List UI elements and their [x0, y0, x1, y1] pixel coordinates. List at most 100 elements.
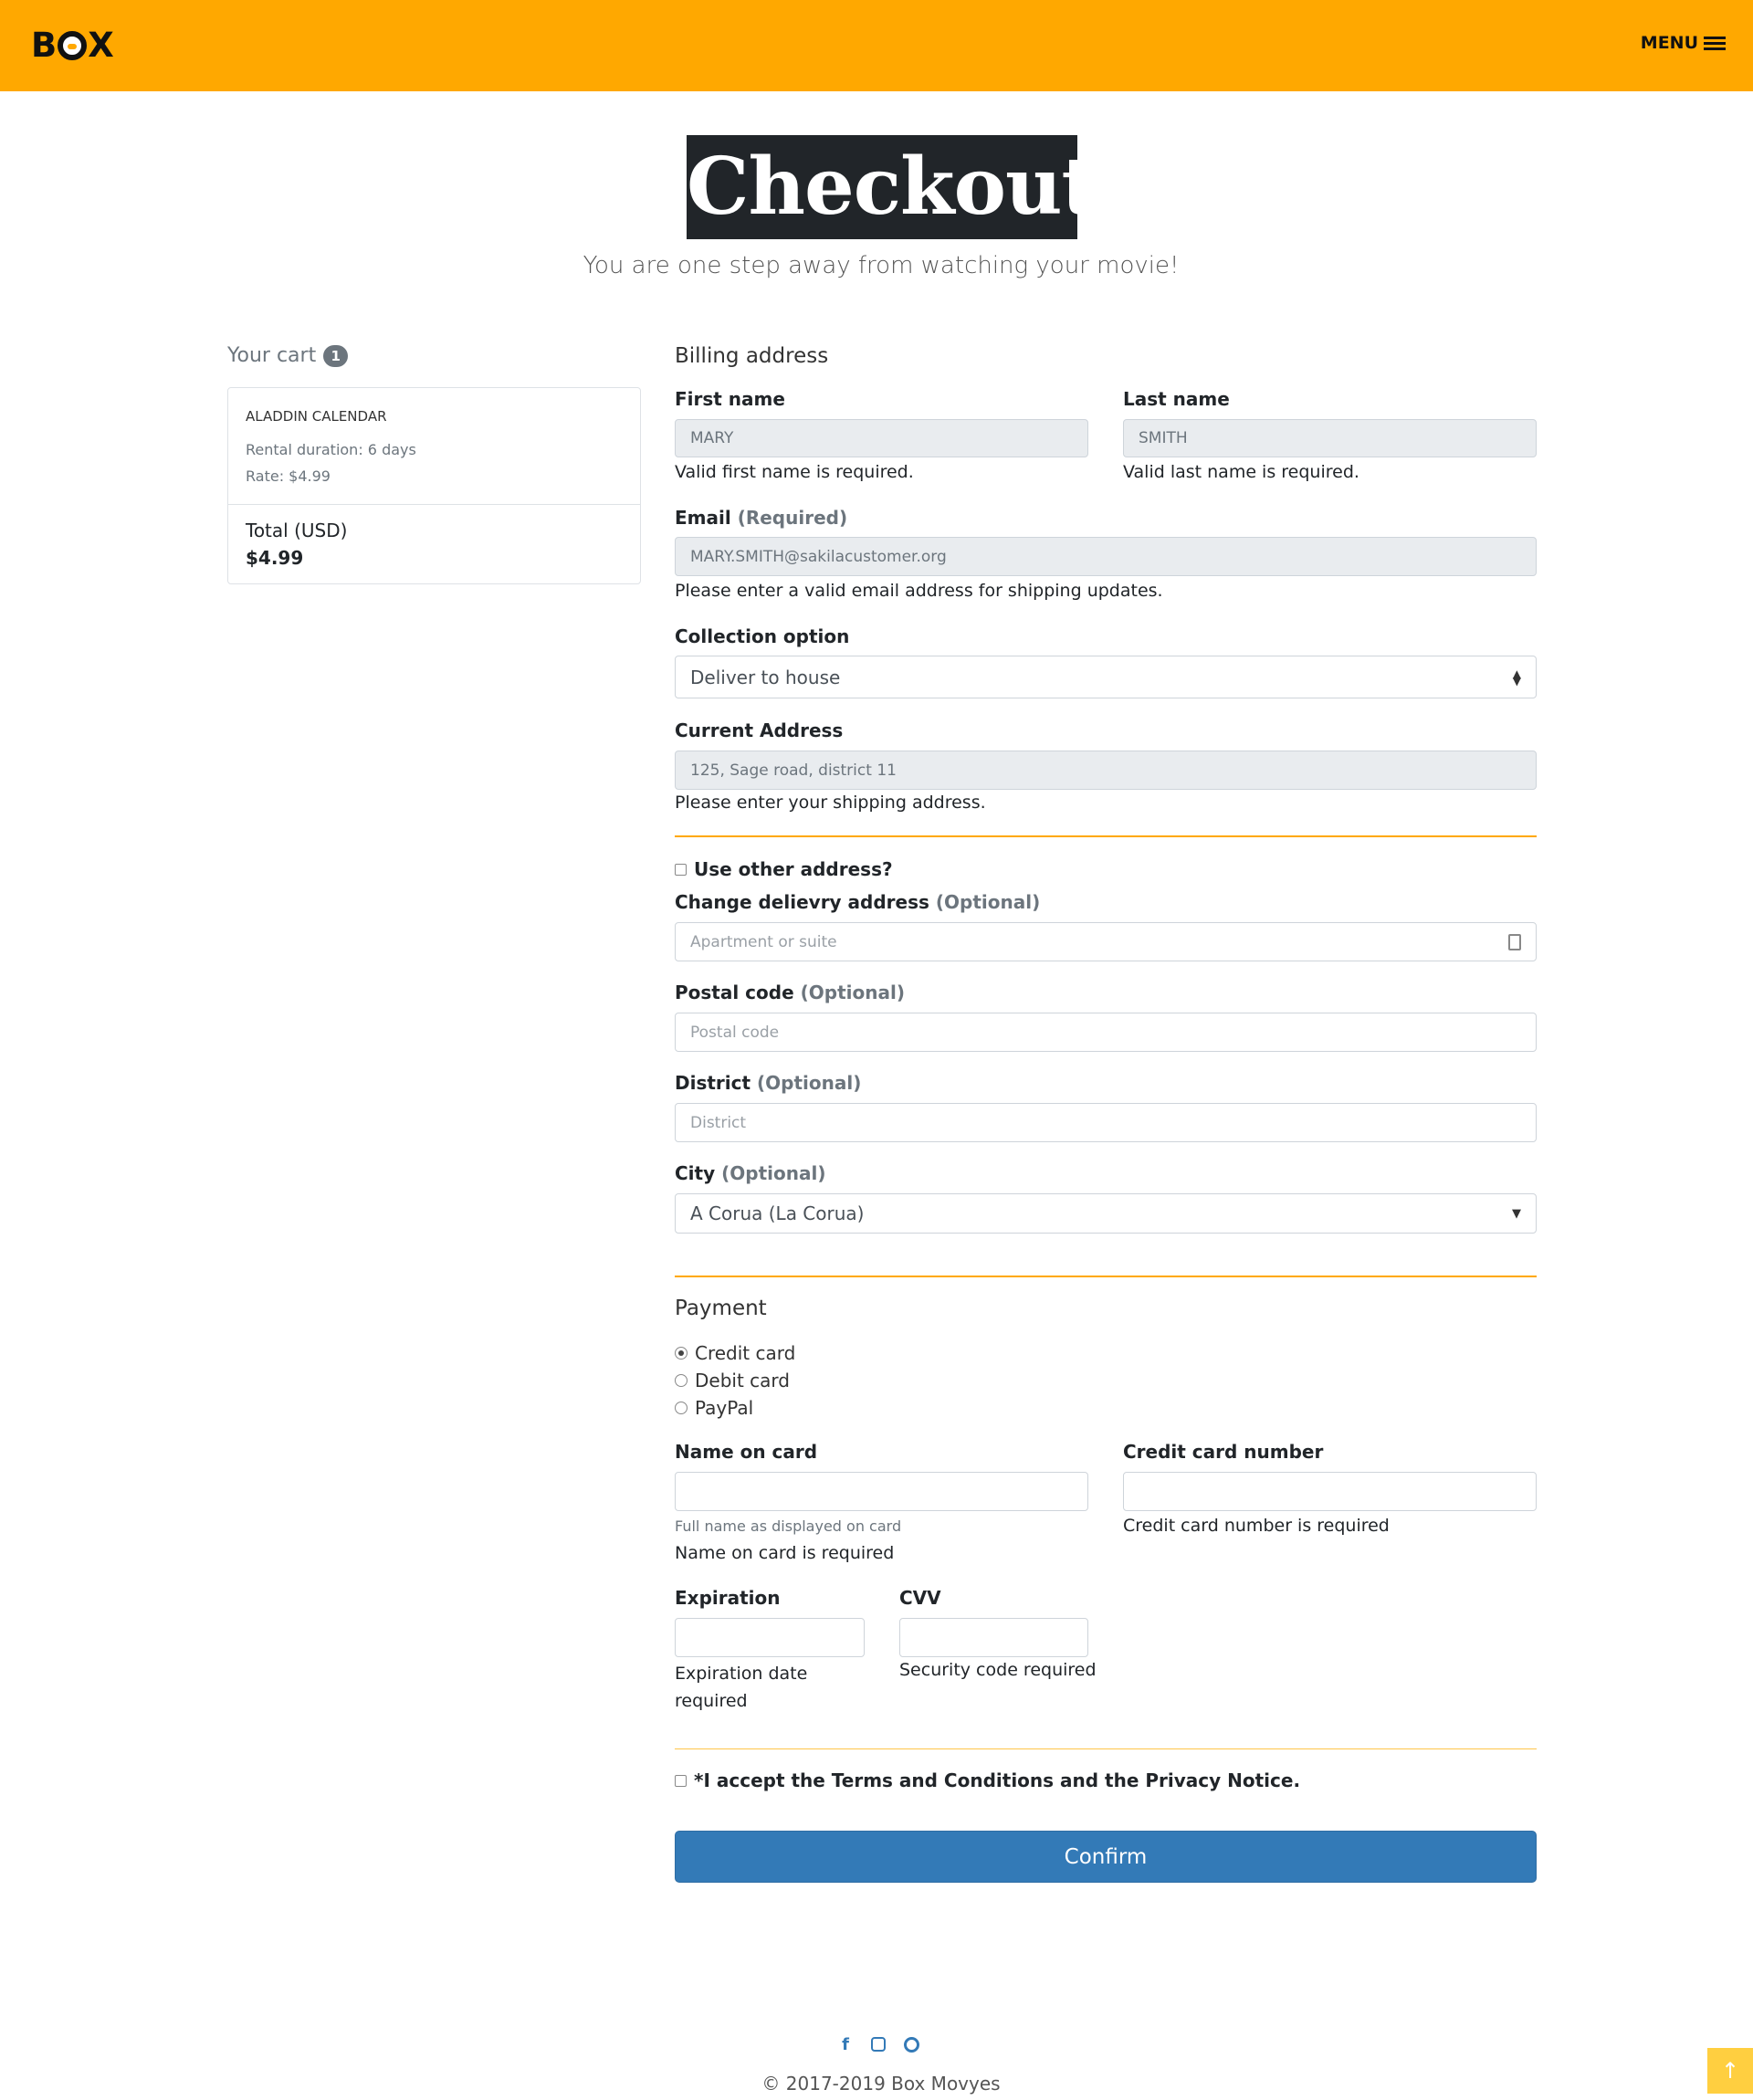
use-other-address-checkbox[interactable]	[675, 863, 687, 876]
page-title: Checkout	[687, 135, 1097, 239]
payment-option-label: Debit card	[695, 1370, 790, 1391]
terms-row[interactable]: *I accept the Terms and Conditions and t…	[675, 1769, 1300, 1791]
card-number-input[interactable]	[1123, 1472, 1537, 1511]
change-address-placeholder: Apartment or suite	[690, 932, 837, 951]
terms-checkbox[interactable]	[675, 1774, 687, 1787]
last-name-label: Last name	[1123, 388, 1230, 410]
district-placeholder: District	[690, 1113, 747, 1132]
cart-total: Total (USD) $4.99	[228, 505, 640, 583]
email-label-text: Email	[675, 507, 731, 529]
cart-summary: ALADDIN CALENDAR Rental duration: 6 days…	[227, 387, 641, 584]
confirm-button[interactable]: Confirm	[675, 1831, 1537, 1883]
expiration-label: Expiration	[675, 1587, 781, 1609]
current-address-input[interactable]: 125, Sage road, district 11	[675, 751, 1537, 790]
email-help: Please enter a valid email address for s…	[675, 581, 1163, 601]
last-name-value: SMITH	[1139, 429, 1188, 447]
cart-total-label: Total (USD)	[246, 520, 348, 541]
top-navbar: BX MENU	[0, 0, 1753, 91]
district-input[interactable]: District	[675, 1103, 1537, 1142]
collection-label: Collection option	[675, 625, 850, 647]
divider	[675, 835, 1537, 837]
divider	[675, 1748, 1537, 1749]
cart-title: Your cart	[227, 344, 317, 367]
first-name-value: MARY	[690, 429, 734, 447]
payment-methods: Credit card Debit card PayPal	[675, 1339, 795, 1422]
payment-option-debit[interactable]: Debit card	[675, 1367, 795, 1394]
cart-heading: Your cart 1	[227, 344, 349, 367]
cart-item: ALADDIN CALENDAR Rental duration: 6 days…	[228, 388, 640, 505]
radio-debit[interactable]	[675, 1374, 688, 1387]
divider	[675, 1276, 1537, 1277]
city-select[interactable]: A Corua (La Corua) ▼	[675, 1193, 1537, 1234]
name-on-card-help: Name on card is required	[675, 1543, 895, 1563]
github-icon[interactable]	[901, 2034, 921, 2054]
card-number-help: Credit card number is required	[1123, 1516, 1390, 1536]
city-value: A Corua (La Corua)	[690, 1202, 865, 1224]
last-name-help: Valid last name is required.	[1123, 462, 1359, 482]
box-logo[interactable]: BX	[31, 27, 114, 64]
payment-option-label: PayPal	[695, 1397, 754, 1419]
radio-paypal[interactable]	[675, 1402, 688, 1414]
cvv-label: CVV	[899, 1587, 941, 1609]
menu-label: MENU	[1640, 33, 1698, 53]
district-label: District (Optional)	[675, 1072, 861, 1094]
name-on-card-hint: Full name as displayed on card	[675, 1517, 902, 1535]
social-links: f	[835, 2034, 921, 2054]
cart-item-rate: Rate: $4.99	[246, 467, 331, 485]
city-label: City (Optional)	[675, 1162, 825, 1184]
name-on-card-label: Name on card	[675, 1441, 818, 1463]
postal-placeholder: Postal code	[690, 1023, 780, 1042]
current-address-label: Current Address	[675, 719, 844, 741]
email-value: MARY.SMITH@sakilacustomer.org	[690, 547, 947, 566]
menu-button[interactable]: MENU	[1641, 33, 1726, 53]
cart-item-name: ALADDIN CALENDAR	[246, 408, 387, 425]
payment-option-credit[interactable]: Credit card	[675, 1339, 795, 1367]
logo-o-icon	[58, 31, 88, 60]
page-subtitle: You are one step away from watching your…	[583, 252, 1180, 279]
cvv-help: Security code required	[899, 1660, 1097, 1680]
change-address-input[interactable]: Apartment or suite	[675, 922, 1537, 961]
change-address-qualifier: (Optional)	[935, 891, 1041, 913]
expiration-input[interactable]	[675, 1618, 865, 1657]
city-qualifier: (Optional)	[721, 1162, 826, 1184]
caret-down-icon: ▼	[1512, 1206, 1521, 1221]
district-label-text: District	[675, 1072, 751, 1094]
postal-input[interactable]: Postal code	[675, 1013, 1537, 1052]
city-label-text: City	[675, 1162, 716, 1184]
email-input[interactable]: MARY.SMITH@sakilacustomer.org	[675, 537, 1537, 576]
expiration-help: Expiration date required	[675, 1664, 808, 1711]
cvv-input[interactable]	[899, 1618, 1088, 1657]
payment-title: Payment	[675, 1297, 767, 1320]
postal-label: Postal code (Optional)	[675, 982, 905, 1003]
cart-item-duration: Rental duration: 6 days	[246, 441, 416, 458]
use-other-address-label: Use other address?	[694, 858, 893, 880]
terms-label: *I accept the Terms and Conditions and t…	[694, 1769, 1301, 1791]
change-address-label: Change delievry address (Optional)	[675, 891, 1040, 913]
use-other-address-row[interactable]: Use other address?	[675, 858, 893, 880]
postal-label-text: Postal code	[675, 982, 794, 1003]
copyright: © 2017-2019 Box Movyes	[761, 2073, 1001, 2095]
collection-value: Deliver to house	[690, 666, 841, 688]
first-name-input[interactable]: MARY	[675, 419, 1088, 457]
name-on-card-input[interactable]	[675, 1472, 1088, 1511]
collection-select[interactable]: Deliver to house ▲ ▼	[675, 656, 1537, 698]
facebook-icon[interactable]: f	[835, 2034, 856, 2054]
payment-option-paypal[interactable]: PayPal	[675, 1394, 795, 1422]
updown-icon: ▲ ▼	[1512, 667, 1521, 688]
scroll-to-top-button[interactable]: ↑	[1707, 2048, 1753, 2094]
email-qualifier: (Required)	[737, 507, 848, 529]
postal-qualifier: (Optional)	[800, 982, 905, 1003]
first-name-help: Valid first name is required.	[675, 462, 914, 482]
radio-credit[interactable]	[675, 1347, 688, 1360]
cart-count-badge: 1	[323, 344, 349, 367]
email-label: Email (Required)	[675, 507, 847, 529]
current-address-value: 125, Sage road, district 11	[690, 761, 897, 780]
cart-total-value: $4.99	[246, 547, 304, 569]
autofill-icon	[1508, 933, 1521, 950]
instagram-icon[interactable]	[868, 2034, 888, 2054]
change-address-label-text: Change delievry address	[675, 891, 929, 913]
billing-title: Billing address	[675, 344, 829, 368]
card-number-label: Credit card number	[1123, 1441, 1324, 1463]
district-qualifier: (Optional)	[757, 1072, 862, 1094]
last-name-input[interactable]: SMITH	[1123, 419, 1537, 457]
